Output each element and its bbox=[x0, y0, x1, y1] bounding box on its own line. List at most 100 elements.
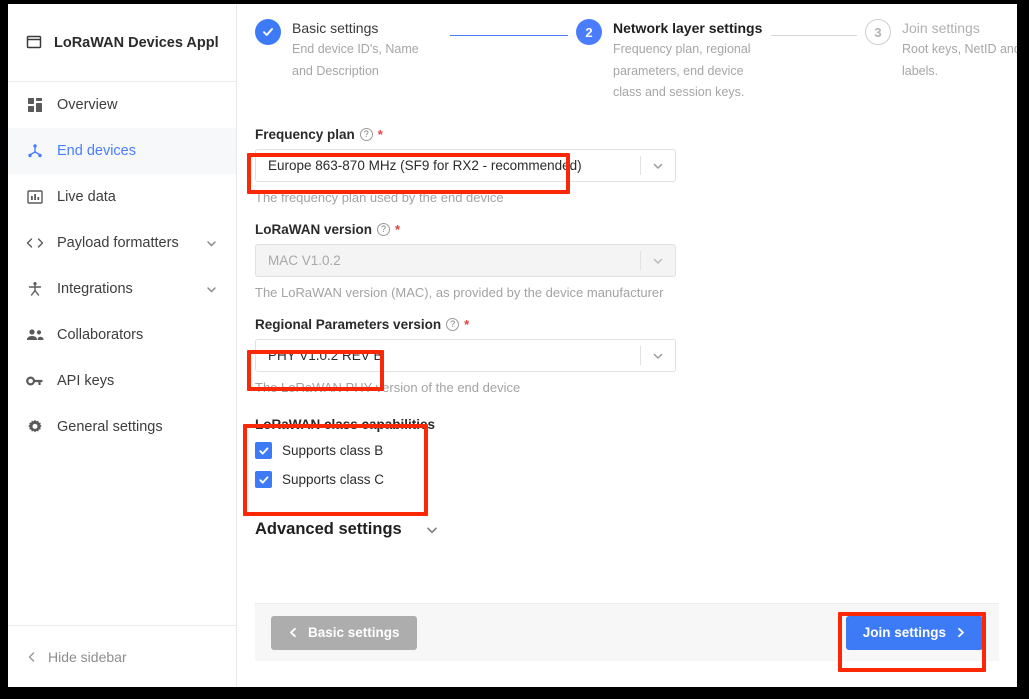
grid-icon bbox=[26, 96, 44, 114]
field-lorawan-version: LoRaWAN version ? * MAC V1.0.2 The LoRaW… bbox=[255, 222, 999, 300]
chevron-down-icon bbox=[641, 254, 675, 268]
sidebar-item-payload-formatters[interactable]: Payload formatters bbox=[8, 220, 236, 266]
back-to-basic-settings-button[interactable]: Basic settings bbox=[271, 615, 417, 650]
step-marker-todo: 3 bbox=[865, 19, 891, 45]
class-capabilities-title: LoRaWAN class capabilities bbox=[255, 417, 436, 433]
checkbox-supports-class-c[interactable] bbox=[255, 471, 272, 489]
sidebar-item-label: Live data bbox=[57, 189, 116, 205]
chevron-left-icon bbox=[26, 651, 38, 663]
next-to-join-settings-button[interactable]: Join settings bbox=[845, 615, 983, 650]
sidebar-item-label: Collaborators bbox=[57, 327, 144, 343]
next-button-label: Join settings bbox=[862, 625, 946, 640]
step-basic-settings[interactable]: Basic settings End device ID's, Name and… bbox=[255, 18, 442, 82]
screenshot-frame: LoRaWAN Devices Applica… Overview bbox=[0, 0, 1029, 699]
step-text: Network layer settings Frequency plan, r… bbox=[613, 18, 763, 103]
sidebar-item-end-devices[interactable]: End devices bbox=[8, 128, 236, 174]
sidebar-item-label: Payload formatters bbox=[57, 235, 179, 251]
wizard-footer: Basic settings Join settings bbox=[255, 603, 999, 661]
checkbox-label: Supports class C bbox=[282, 472, 385, 488]
sidebar-item-label: API keys bbox=[57, 373, 115, 389]
step-text: Basic settings End device ID's, Name and… bbox=[292, 18, 442, 82]
lorawan-version-value: MAC V1.0.2 bbox=[268, 253, 341, 269]
back-button-label: Basic settings bbox=[308, 625, 400, 640]
sidebar-app-title: LoRaWAN Devices Applica… bbox=[54, 34, 218, 51]
step-text: Join settings Root keys, NetID and kek l… bbox=[902, 18, 1017, 82]
checkbox-row-supports-class-c[interactable]: Supports class C bbox=[255, 471, 999, 489]
advanced-settings-toggle[interactable]: Advanced settings bbox=[255, 520, 999, 539]
frequency-plan-value: Europe 863-870 MHz (SF9 for RX2 - recomm… bbox=[268, 158, 582, 174]
sidebar-item-collaborators[interactable]: Collaborators bbox=[8, 312, 236, 358]
step-marker-current: 2 bbox=[576, 19, 602, 45]
lorawan-version-help: The LoRaWAN version (MAC), as provided b… bbox=[255, 285, 664, 301]
advanced-settings-label: Advanced settings bbox=[255, 520, 402, 539]
code-icon bbox=[26, 234, 44, 252]
network-layer-settings-form: Frequency plan ? * Europe 863-870 MHz (S… bbox=[237, 103, 1017, 603]
sidebar-item-live-data[interactable]: Live data bbox=[8, 174, 236, 220]
chevron-down-icon[interactable] bbox=[205, 283, 218, 296]
sidebar-item-integrations[interactable]: Integrations bbox=[8, 266, 236, 312]
window-icon bbox=[26, 34, 42, 52]
step-connector-1 bbox=[450, 35, 568, 36]
hide-sidebar-button[interactable]: Hide sidebar bbox=[8, 625, 236, 687]
sidebar-item-label: General settings bbox=[57, 419, 163, 435]
lorawan-version-label: LoRaWAN version ? * bbox=[255, 222, 999, 237]
required-marker: * bbox=[395, 222, 401, 238]
application-window: LoRaWAN Devices Applica… Overview bbox=[8, 4, 1017, 687]
step-description: Root keys, NetID and kek labels. bbox=[902, 42, 1017, 78]
lorawan-version-select: MAC V1.0.2 bbox=[255, 244, 676, 278]
step-marker-done bbox=[255, 19, 281, 45]
footer-spacer bbox=[237, 661, 1017, 687]
frequency-plan-select[interactable]: Europe 863-870 MHz (SF9 for RX2 - recomm… bbox=[255, 149, 676, 183]
regional-parameters-help: The LoRaWAN PHY version of the end devic… bbox=[255, 380, 521, 396]
frequency-plan-label: Frequency plan ? * bbox=[255, 127, 999, 142]
regional-parameters-label: Regional Parameters version ? * bbox=[255, 317, 999, 332]
field-class-capabilities: LoRaWAN class capabilities Supports clas… bbox=[255, 417, 999, 489]
sidebar-item-label: Integrations bbox=[57, 281, 133, 297]
chevron-down-icon[interactable] bbox=[641, 159, 675, 173]
help-icon[interactable]: ? bbox=[377, 223, 391, 237]
chart-icon bbox=[26, 188, 44, 206]
step-description: Frequency plan, regional parameters, end… bbox=[613, 42, 751, 99]
step-title: Join settings bbox=[902, 20, 980, 36]
sidebar-item-overview[interactable]: Overview bbox=[8, 82, 236, 128]
checkbox-label: Supports class B bbox=[282, 443, 384, 459]
step-join-settings[interactable]: 3 Join settings Root keys, NetID and kek… bbox=[865, 18, 1017, 82]
lorawan-version-label-text: LoRaWAN version bbox=[255, 222, 373, 238]
checkbox-supports-class-b[interactable] bbox=[255, 442, 272, 460]
hide-sidebar-label: Hide sidebar bbox=[48, 648, 127, 665]
main-content: Basic settings End device ID's, Name and… bbox=[237, 4, 1017, 687]
sidebar-item-label: End devices bbox=[57, 143, 136, 159]
key-icon bbox=[26, 372, 44, 390]
frequency-plan-help: The frequency plan used by the end devic… bbox=[255, 190, 504, 206]
regional-parameters-value: PHY V1.0.2 REV B bbox=[268, 348, 383, 364]
device-icon bbox=[26, 142, 44, 160]
step-connector-2 bbox=[771, 35, 857, 36]
required-marker: * bbox=[377, 127, 383, 143]
field-frequency-plan: Frequency plan ? * Europe 863-870 MHz (S… bbox=[255, 127, 999, 205]
chevron-down-icon[interactable] bbox=[205, 237, 218, 250]
field-regional-parameters-version: Regional Parameters version ? * PHY V1.0… bbox=[255, 317, 999, 395]
chevron-down-icon[interactable] bbox=[424, 522, 440, 538]
help-icon[interactable]: ? bbox=[446, 318, 460, 332]
gear-icon bbox=[26, 418, 44, 436]
sidebar-nav: Overview End devices Live data Payload f… bbox=[8, 82, 236, 625]
required-marker: * bbox=[464, 317, 470, 333]
sidebar-app-header[interactable]: LoRaWAN Devices Applica… bbox=[8, 4, 236, 82]
sidebar: LoRaWAN Devices Applica… Overview bbox=[8, 4, 237, 687]
sidebar-item-api-keys[interactable]: API keys bbox=[8, 358, 236, 404]
help-icon[interactable]: ? bbox=[359, 128, 373, 142]
regional-parameters-label-text: Regional Parameters version bbox=[255, 317, 442, 333]
check-icon bbox=[261, 25, 275, 39]
sidebar-item-general-settings[interactable]: General settings bbox=[8, 404, 236, 450]
chevron-right-icon bbox=[955, 627, 966, 638]
regional-parameters-select[interactable]: PHY V1.0.2 REV B bbox=[255, 339, 676, 373]
puzzle-icon bbox=[26, 280, 44, 298]
sidebar-item-label: Overview bbox=[57, 97, 118, 113]
people-icon bbox=[26, 326, 44, 344]
frequency-plan-label-text: Frequency plan bbox=[255, 127, 355, 143]
chevron-down-icon[interactable] bbox=[641, 349, 675, 363]
checkbox-row-supports-class-b[interactable]: Supports class B bbox=[255, 442, 999, 460]
step-network-layer-settings[interactable]: 2 Network layer settings Frequency plan,… bbox=[576, 18, 763, 103]
step-title: Basic settings bbox=[292, 20, 379, 36]
step-description: End device ID's, Name and Description bbox=[292, 42, 419, 78]
